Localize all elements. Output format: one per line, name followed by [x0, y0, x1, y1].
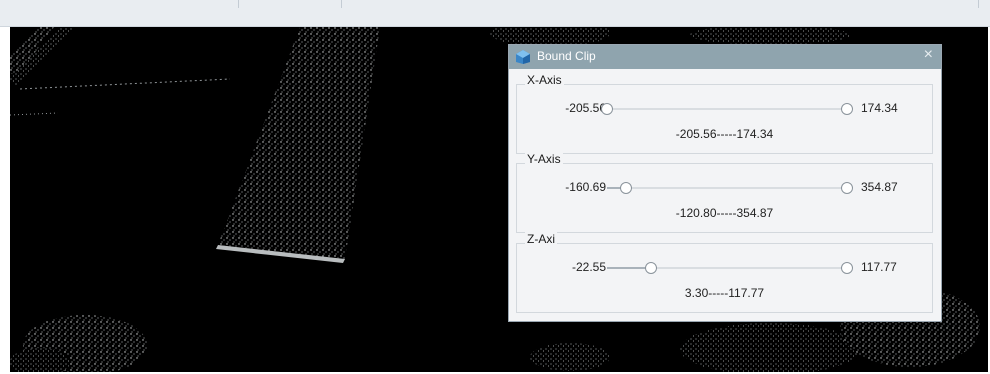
z-axis-max-handle[interactable]: [841, 262, 853, 274]
y-axis-slider[interactable]: [607, 182, 853, 194]
x-axis-min-value: -205.56: [565, 101, 606, 115]
y-axis-group: Y-Axis -160.69 354.87 -120.80-----354.87: [516, 152, 933, 233]
z-axis-range-text: 3.30-----117.77: [684, 286, 765, 300]
z-axis-label: Z-Axi: [525, 232, 557, 246]
y-axis-max-handle[interactable]: [841, 182, 853, 194]
dialog-titlebar[interactable]: Bound Clip ×: [509, 45, 941, 69]
y-axis-min-handle[interactable]: [619, 182, 632, 194]
z-axis-min-value: -22.55: [571, 260, 606, 274]
road-slab: [218, 27, 380, 259]
x-axis-max-value: 174.34: [861, 101, 898, 115]
z-axis-min-handle[interactable]: [645, 262, 658, 274]
x-axis-range-text: -205.56-----174.34: [675, 127, 774, 141]
scan-line: [10, 112, 59, 116]
x-axis-min-handle[interactable]: [601, 103, 613, 115]
z-axis-max-value: 117.77: [861, 260, 897, 274]
toolbar-divider: [978, 0, 979, 8]
scan-line: [19, 78, 231, 90]
y-axis-label: Y-Axis: [525, 152, 563, 166]
x-axis-slider[interactable]: [601, 103, 853, 115]
z-axis-slider[interactable]: [607, 262, 853, 274]
y-axis-range-text: -120.80-----354.87: [675, 206, 774, 220]
vegetation: [680, 323, 860, 372]
toolbar-divider: [238, 0, 239, 8]
close-icon[interactable]: ×: [924, 46, 933, 64]
toolbar-divider: [341, 0, 342, 8]
bound-clip-icon: [516, 50, 530, 64]
x-axis-group: X-Axis -205.56 174.34 -205.56-----174.34: [516, 73, 933, 154]
vegetation: [530, 343, 610, 371]
dialog-title: Bound Clip: [537, 49, 596, 63]
x-axis-label: X-Axis: [525, 73, 564, 87]
vegetation: [690, 27, 850, 45]
bound-clip-dialog: Bound Clip × X-Axis -205.56 174.34 -205.…: [508, 44, 942, 322]
y-axis-max-value: 354.87: [861, 180, 898, 194]
y-axis-min-value: -160.69: [565, 180, 606, 194]
z-axis-group: Z-Axi -22.55 117.77 3.30-----117.77: [516, 232, 933, 313]
x-axis-max-handle[interactable]: [841, 103, 853, 115]
top-toolbar: [0, 0, 990, 27]
